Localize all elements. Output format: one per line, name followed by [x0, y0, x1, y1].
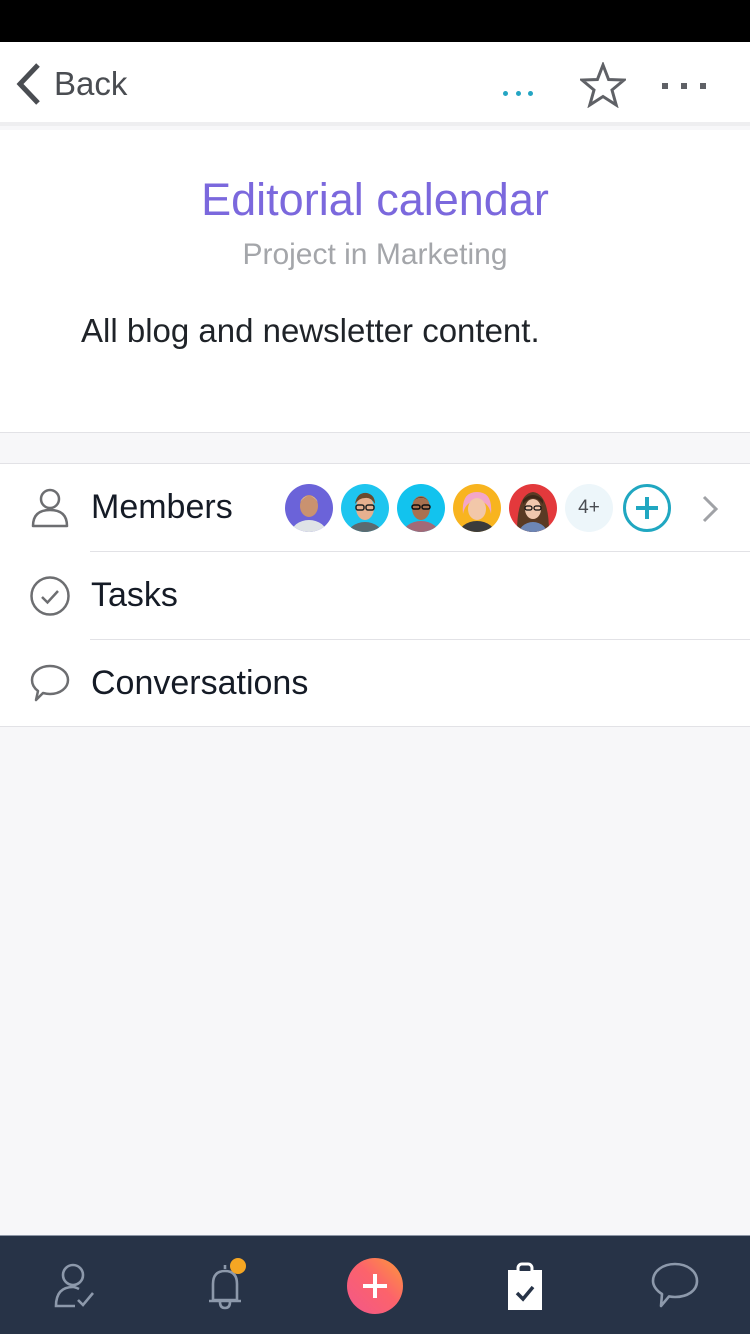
bottom-tab-bar [0, 1235, 750, 1334]
project-subtitle[interactable]: Project in Marketing [0, 238, 750, 272]
project-title[interactable]: Editorial calendar [0, 174, 750, 226]
tab-conversations[interactable] [600, 1236, 750, 1334]
notification-badge [230, 1258, 246, 1274]
avatar[interactable] [509, 484, 557, 532]
avatar[interactable] [285, 484, 333, 532]
status-bar [0, 0, 750, 42]
avatar[interactable] [453, 484, 501, 532]
avatar[interactable] [341, 484, 389, 532]
speech-bubble-icon [651, 1262, 699, 1307]
row-label: Conversations [91, 664, 309, 702]
person-icon [31, 488, 69, 528]
more-options-button[interactable] [662, 76, 706, 96]
person-check-icon [54, 1263, 94, 1307]
list-row-conversations[interactable]: Conversations [0, 640, 750, 728]
loading-dots-icon [503, 88, 533, 98]
tab-projects[interactable] [450, 1236, 600, 1334]
chevron-right-icon [702, 495, 719, 523]
project-description[interactable]: All blog and newsletter content. [81, 312, 540, 350]
row-label: Members [91, 488, 233, 526]
back-label: Back [54, 65, 128, 102]
star-icon[interactable] [580, 62, 626, 108]
navigation-bar: Back [0, 42, 750, 126]
tab-my-tasks[interactable] [0, 1236, 150, 1334]
plus-icon [347, 1257, 403, 1314]
avatar[interactable] [397, 484, 445, 532]
clipboard-check-icon [508, 1262, 542, 1310]
list-row-tasks[interactable]: Tasks [0, 552, 750, 640]
project-header: Editorial calendar Project in Marketing … [0, 130, 750, 433]
speech-bubble-icon [30, 664, 70, 702]
back-button[interactable]: Back [14, 60, 127, 108]
chevron-left-icon [16, 63, 40, 105]
more-members-count[interactable]: 4+ [565, 484, 613, 532]
tab-create[interactable] [300, 1236, 450, 1334]
member-avatars: 4+ [285, 484, 671, 532]
project-sections-list: Members 4+ Tasks Conversations [0, 463, 750, 727]
list-row-members[interactable]: Members 4+ [0, 464, 750, 552]
row-label: Tasks [91, 576, 178, 614]
check-circle-icon [30, 576, 70, 616]
tab-inbox[interactable] [150, 1236, 300, 1334]
add-member-button[interactable] [623, 484, 671, 532]
